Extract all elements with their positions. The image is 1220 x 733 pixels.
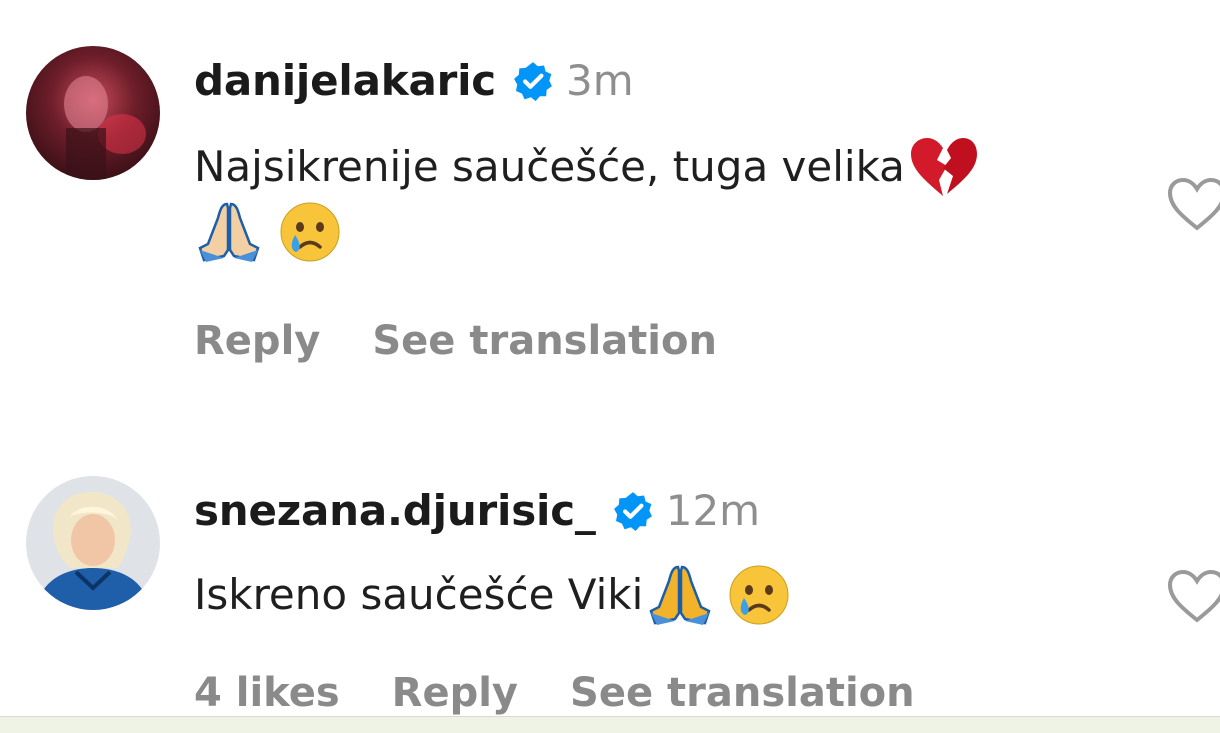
reply-button[interactable]: Reply	[392, 670, 518, 716]
username[interactable]: danijelakaric	[194, 56, 496, 105]
folded-hands-icon	[194, 200, 264, 264]
bottom-strip	[0, 716, 1220, 733]
see-translation-button[interactable]: See translation	[372, 318, 717, 364]
avatar[interactable]	[26, 46, 160, 180]
verified-badge-icon	[612, 490, 654, 532]
crying-face-icon	[278, 200, 342, 264]
like-heart-icon[interactable]	[1166, 176, 1220, 232]
comment-text-line: Najsikrenije saučešće, tuga velika	[194, 142, 905, 191]
comment-text: Iskreno saučešće Viki	[194, 558, 1154, 632]
comment-time: 12m	[665, 486, 761, 535]
comment-text: Najsikrenije saučešće, tuga velika	[194, 130, 1154, 264]
comment-header: snezana.djurisic_ 12m	[194, 486, 760, 535]
like-heart-icon[interactable]	[1166, 568, 1220, 624]
comment-text-line: Iskreno saučešće Viki	[194, 570, 644, 619]
avatar[interactable]	[26, 476, 160, 610]
comment-actions: Reply See translation	[194, 318, 769, 364]
folded-hands-icon	[645, 563, 715, 627]
likes-count[interactable]: 4 likes	[194, 670, 340, 716]
comment-header: danijelakaric 3m	[194, 56, 634, 105]
broken-heart-icon	[907, 136, 979, 198]
comment-actions: 4 likes Reply See translation	[194, 670, 967, 716]
user-avatar-icon	[26, 476, 160, 610]
verified-badge-icon	[512, 60, 554, 102]
user-avatar-icon	[26, 46, 160, 180]
reply-button[interactable]: Reply	[194, 318, 320, 364]
crying-face-icon	[727, 563, 791, 627]
see-translation-button[interactable]: See translation	[570, 670, 915, 716]
comment-time: 3m	[566, 56, 634, 105]
username[interactable]: snezana.djurisic_	[194, 486, 596, 535]
